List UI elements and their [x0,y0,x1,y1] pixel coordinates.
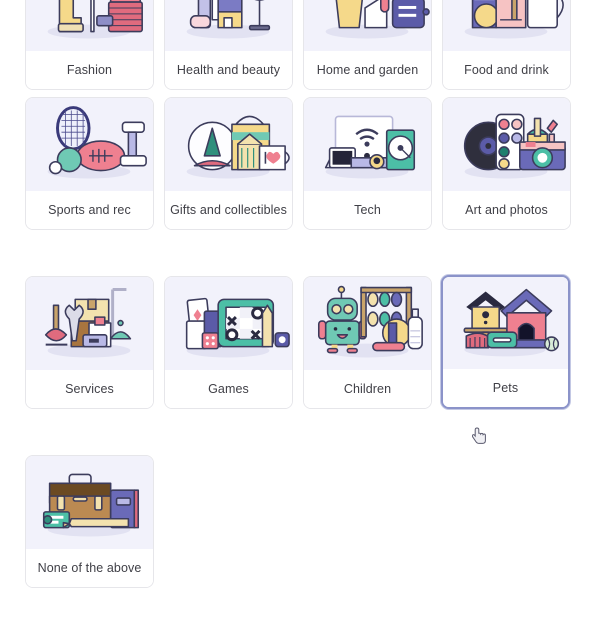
health-and-beauty-illustration [165,0,292,51]
category-grid: Fashion Health and beauty Home and garden F… [0,0,600,634]
category-card-label: Games [165,370,292,408]
category-card-label: Gifts and collectibles [165,191,292,229]
category-card-none-of-the-above[interactable]: None of the above [25,455,154,588]
category-card-services[interactable]: Services [25,276,154,409]
category-card-sports-and-rec[interactable]: Sports and rec [25,97,154,230]
category-card-tech[interactable]: Tech [303,97,432,230]
category-card-fashion[interactable]: Fashion [25,0,154,90]
category-card-label: Children [304,370,431,408]
category-card-pets[interactable]: Pets [441,275,570,409]
category-card-label: Health and beauty [165,51,292,89]
fashion-illustration [26,0,153,51]
pointing-hand-cursor [471,427,488,445]
category-card-art-and-photos[interactable]: Art and photos [442,97,571,230]
category-card-label: None of the above [26,549,153,587]
category-card-home-and-garden[interactable]: Home and garden [303,0,432,90]
tech-illustration [304,98,431,191]
category-card-label: Fashion [26,51,153,89]
category-card-gifts-and-collectibles[interactable]: Gifts and collectibles [164,97,293,230]
category-card-games[interactable]: Games [164,276,293,409]
category-card-label: Art and photos [443,191,570,229]
category-card-label: Services [26,370,153,408]
home-and-garden-illustration [304,0,431,51]
services-illustration [26,277,153,370]
category-card-children[interactable]: Children [303,276,432,409]
category-card-label: Food and drink [443,51,570,89]
briefcase-illustration [26,456,153,549]
children-illustration [304,277,431,370]
category-card-label: Sports and rec [26,191,153,229]
food-and-drink-illustration [443,0,570,51]
category-card-food-and-drink[interactable]: Food and drink [442,0,571,90]
games-illustration [165,277,292,370]
category-card-health-and-beauty[interactable]: Health and beauty [164,0,293,90]
category-card-label: Home and garden [304,51,431,89]
gifts-and-collectibles-illustration [165,98,292,191]
pets-illustration [443,277,568,369]
category-card-label: Tech [304,191,431,229]
sports-and-rec-illustration [26,98,153,191]
art-and-photos-illustration [443,98,570,191]
category-card-label: Pets [443,369,568,407]
